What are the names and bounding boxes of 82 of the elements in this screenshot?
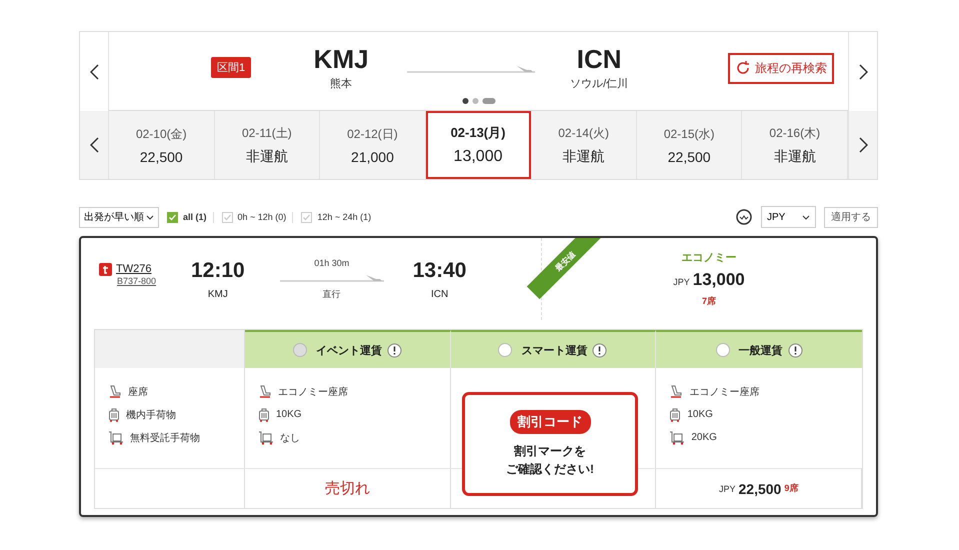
currency-label: JPY bbox=[718, 484, 736, 494]
checkbox[interactable] bbox=[301, 212, 312, 222]
date-tab[interactable]: 02-13(月) 13,000 bbox=[426, 111, 532, 179]
row-label: 機内手荷物 bbox=[126, 408, 176, 422]
segment-badge: 区間1 bbox=[211, 56, 252, 78]
seat-icon bbox=[258, 384, 272, 398]
feature-value: エコノミー座席 bbox=[689, 386, 760, 398]
promo-message: 割引マークを bbox=[514, 443, 586, 460]
airline-logo-icon bbox=[99, 262, 112, 276]
currency-select[interactable]: JPY bbox=[761, 206, 816, 228]
arrival-time: 13:40 bbox=[412, 258, 466, 282]
info-icon[interactable] bbox=[592, 342, 608, 358]
info-icon[interactable] bbox=[386, 342, 402, 358]
seat-icon bbox=[108, 384, 122, 398]
date-tab[interactable]: 02-10(金) 22,500 bbox=[109, 111, 215, 179]
filter-label: 0h ~ 12h (0) bbox=[238, 212, 286, 222]
filter-label: 12h ~ 24h (1) bbox=[317, 212, 372, 222]
suitcase-icon bbox=[258, 408, 270, 422]
apply-button[interactable]: 適用する bbox=[824, 206, 878, 228]
airport-code: ICN bbox=[576, 44, 622, 74]
chevron-left-icon bbox=[90, 137, 98, 153]
date-tab[interactable]: 02-15(水) 22,500 bbox=[636, 111, 742, 179]
feature-value: 20KG bbox=[691, 432, 717, 443]
suitcase-icon bbox=[669, 408, 682, 422]
fare-header[interactable]: スマート運賃 bbox=[450, 330, 656, 368]
filter-label: all (1) bbox=[183, 212, 207, 222]
city-name: 熊本 bbox=[330, 76, 352, 90]
airport-code: KMJ bbox=[208, 288, 228, 300]
date-tab[interactable]: 02-12(日) 21,000 bbox=[320, 111, 426, 179]
airport-code: ICN bbox=[430, 288, 448, 300]
sold-out-label: 売切れ bbox=[324, 479, 370, 498]
date-tab[interactable]: 02-16(木) 非運航 bbox=[742, 111, 848, 179]
currency-label: JPY bbox=[673, 277, 690, 287]
luggage-cart-icon bbox=[669, 430, 686, 444]
promo-message: ご確認ください! bbox=[506, 461, 594, 478]
date-tab[interactable]: 02-11(土) 非運航 bbox=[214, 111, 320, 179]
chevron-right-icon bbox=[858, 137, 868, 153]
checkbox[interactable] bbox=[222, 212, 233, 222]
city-name: ソウル/仁川 bbox=[570, 76, 628, 90]
promo-badge: 割引コード bbox=[510, 410, 590, 434]
caret-icon bbox=[146, 214, 154, 220]
previous-dates-button[interactable] bbox=[80, 111, 109, 179]
info-icon[interactable] bbox=[788, 342, 803, 358]
feature-value: 10KG bbox=[687, 409, 713, 420]
chevron-left-icon bbox=[90, 64, 98, 80]
fare-price: 22,500 bbox=[738, 480, 782, 496]
fare-name: イベント運賃 bbox=[316, 344, 382, 358]
cabin-class: エコノミー bbox=[682, 251, 736, 265]
feature-value: 10KG bbox=[276, 409, 302, 420]
price: 13,000 bbox=[692, 270, 745, 290]
radio-button[interactable] bbox=[716, 343, 730, 357]
airport-code: KMJ bbox=[314, 44, 369, 74]
flight-number-link[interactable]: TW276 bbox=[116, 263, 152, 275]
pager-dot[interactable] bbox=[462, 98, 468, 104]
seat-icon bbox=[669, 384, 684, 398]
currency-exchange-icon[interactable] bbox=[735, 208, 753, 226]
row-label: 無料受託手荷物 bbox=[130, 432, 200, 444]
fare-name: スマート運賃 bbox=[521, 344, 588, 358]
pager-dot[interactable] bbox=[472, 98, 478, 104]
next-dates-button[interactable] bbox=[848, 111, 878, 179]
fare-header[interactable]: 一般運賃 bbox=[656, 330, 862, 368]
refresh-icon bbox=[735, 60, 751, 76]
flight-duration: 01h 30m bbox=[314, 258, 350, 268]
row-label: 座席 bbox=[128, 386, 148, 398]
seats-left: 7席 bbox=[702, 295, 716, 308]
departure-time: 12:10 bbox=[191, 258, 245, 282]
caret-icon bbox=[802, 214, 810, 220]
luggage-cart-icon bbox=[108, 430, 124, 444]
radio-button[interactable] bbox=[498, 343, 512, 357]
stops-label: 直行 bbox=[322, 288, 341, 300]
checkbox[interactable] bbox=[167, 212, 178, 222]
sort-dropdown[interactable]: 出発が早い順 bbox=[79, 206, 159, 228]
research-button[interactable]: 旅程の再検索 bbox=[728, 52, 834, 84]
feature-value: なし bbox=[280, 432, 300, 444]
chevron-right-icon bbox=[858, 64, 868, 80]
fare-name: 一般運賃 bbox=[738, 344, 783, 358]
aircraft-link[interactable]: B737-800 bbox=[117, 276, 191, 286]
feature-value: エコノミー座席 bbox=[278, 386, 348, 398]
seats-left: 9席 bbox=[784, 482, 798, 495]
suitcase-icon bbox=[108, 408, 120, 422]
luggage-cart-icon bbox=[258, 430, 274, 444]
date-tab[interactable]: 02-14(火) 非運航 bbox=[531, 111, 637, 179]
